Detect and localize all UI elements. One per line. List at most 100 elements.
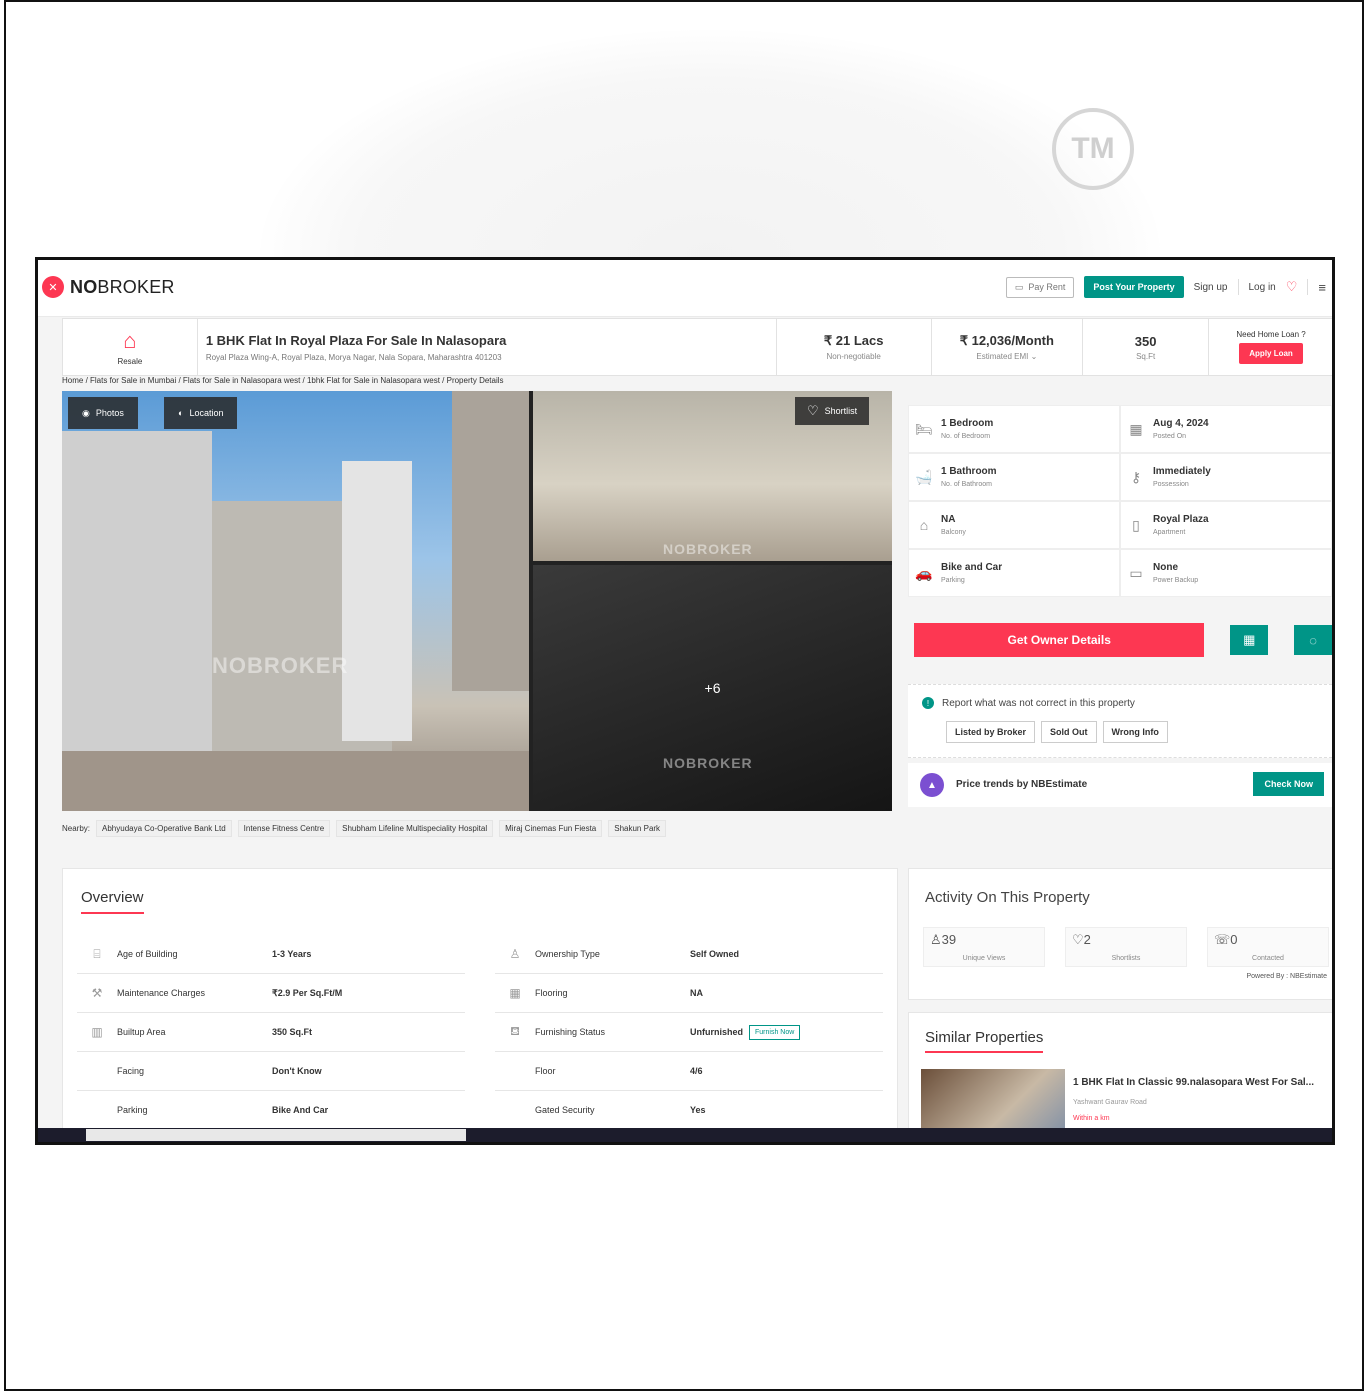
chat-button[interactable]: ◌ [1294,625,1332,655]
overview-value: NA [690,988,703,998]
fact-value: Immediately [1153,466,1211,477]
photos-button[interactable]: ◉ Photos [68,397,138,429]
furnish-now-button[interactable]: Furnish Now [749,1024,801,1040]
emi-cell[interactable]: ₹ 12,036/Month Estimated EMI ⌄ [932,319,1084,375]
os-taskbar [38,1128,1332,1142]
key-icon: ⚷ [1130,468,1142,485]
photo-gallery[interactable]: NOBROKER NOBROKER +6 NOBROKER ◉ Photos ◐ L… [62,391,892,811]
fact-text: 1 Bedroom No. of Bedroom [941,418,993,440]
location-button[interactable]: ◐ Location [164,397,238,429]
overview-label: Flooring [535,988,568,998]
overview-value: Self Owned [690,949,740,959]
nav-actions: ▭ Pay Rent Post Your Property Sign up Log… [1005,276,1326,298]
menu-icon[interactable]: ≡ [1318,280,1326,295]
similar-property-road: Yashwant Gaurav Road [1073,1099,1147,1106]
fact-item: 🛏 1 Bedroom No. of Bedroom [908,405,1120,453]
post-property-button[interactable]: Post Your Property [1084,276,1184,298]
nearby-chip[interactable]: Intense Fitness Centre [237,820,331,837]
card-icon: ▭ [1014,281,1024,292]
shortlists-stat: ♡2 Shortlists [1065,927,1187,967]
get-owner-details-button[interactable]: Get Owner Details [914,623,1205,657]
fact-label: Balcony [941,529,966,536]
check-now-button[interactable]: Check Now [1253,772,1324,796]
calendar-icon: ▦ [1129,420,1143,437]
cake-icon: ⌸ [93,946,101,961]
overview-row: Gated Security Yes [495,1091,883,1130]
activity-stats: ♙39 Unique Views ♡2 Shortlists ☏0 Contac… [923,927,1329,967]
listed-by-broker-button[interactable]: Listed by Broker [946,721,1036,743]
fact-item: ▯ Royal Plaza Apartment [1120,501,1332,549]
overview-value: Bike And Car [272,1105,329,1115]
property-summary: ⌂ Resale 1 BHK Flat In Royal Plaza For S… [62,318,1332,376]
overview-value: 1-3 Years [272,949,312,959]
wrong-info-button[interactable]: Wrong Info [1102,721,1168,743]
contacted-stat: ☏0 Contacted [1207,927,1329,967]
overview-row: ⚒ Maintenance Charges ₹2.9 Per Sq.Ft/M [77,974,465,1013]
nearby-chip[interactable]: Abhyudaya Co-Operative Bank Ltd [96,820,232,837]
overview-value: ₹2.9 Per Sq.Ft/M [272,987,343,998]
nearby-chip[interactable]: Shubham Lifeline Multispeciality Hospita… [336,820,494,837]
price-trends-text: Price trends by NBEstimate [956,779,1088,790]
fact-value: None [1153,562,1178,573]
fact-text: Royal Plaza Apartment [1153,514,1209,536]
property-address: Royal Plaza Wing-A, Royal Plaza, Morya N… [205,352,502,362]
schedule-visit-button[interactable]: ▦ [1230,625,1269,655]
emi-note: Estimated EMI ⌄ [976,352,1038,361]
resale-label: Resale [117,357,143,366]
fact-value: 1 Bedroom [941,418,994,429]
fact-text: None Power Backup [1153,562,1198,584]
overview-label: Parking [117,1105,148,1115]
fact-label: Parking [941,577,965,584]
sofa-icon: ⛾ [510,1024,520,1038]
heart-icon[interactable]: ♡ [1286,279,1298,295]
logo-text: NOBROKER [70,276,175,297]
price-cell: ₹ 21 Lacs Non-negotiable [777,319,932,375]
nearby-chip[interactable]: Miraj Cinemas Fun Fiesta [499,820,603,837]
taskbar-search[interactable] [86,1129,466,1141]
heart-icon: ♡ [807,403,819,418]
breadcrumb[interactable]: Home / Flats for Sale in Mumbai / Flats … [62,376,504,385]
fact-item: ⌂ NA Balcony [908,501,1120,549]
activity-title: Activity On This Property [925,889,1090,906]
chat-icon: ◌ [1309,632,1317,648]
trademark-badge: TM [1052,108,1134,190]
shortlist-button[interactable]: ♡ Shortlist [795,397,870,425]
sold-out-button[interactable]: Sold Out [1041,721,1097,743]
overview-row: ▥ Builtup Area 350 Sq.Ft [77,1013,465,1052]
overview-value: 350 Sq.Ft [272,1027,313,1037]
similar-property-name[interactable]: 1 BHK Flat In Classic 99.nalasopara West… [1073,1077,1314,1088]
fact-item: 🛁 1 Bathroom No. of Bathroom [908,453,1120,501]
owner-actions: Get Owner Details ▦ ◌ [908,615,1332,665]
divider [1237,279,1239,295]
bed-icon: 🛏 [915,420,933,437]
contacted-count: ☏0 [1214,932,1238,947]
chevron-down-icon: ⌄ [1030,352,1038,361]
fact-value: Bike and Car [941,562,1003,573]
fact-label: No. of Bedroom [941,433,991,440]
report-panel: ! Report what was not correct in this pr… [908,684,1332,758]
fact-text: 1 Bathroom No. of Bathroom [941,466,997,488]
nobroker-logo[interactable]: ✕ NOBROKER [42,276,175,298]
overview-row: Parking Bike And Car [77,1091,465,1130]
views-label: Unique Views [962,955,1006,962]
log-in-link[interactable]: Log in [1249,282,1276,293]
fact-item: ▦ Aug 4, 2024 Posted On [1120,405,1332,453]
compass-icon: ◐ [178,408,184,418]
battery-icon: ▭ [1129,564,1143,581]
sign-up-link[interactable]: Sign up [1194,282,1228,293]
resale-cell: ⌂ Resale [63,319,198,375]
photo-watermark: NOBROKER [663,755,753,771]
views-count: ♙39 [930,932,957,947]
apply-loan-button[interactable]: Apply Loan [1239,343,1303,364]
building-shape [342,461,412,741]
overview-value: Unfurnished [690,1027,743,1037]
nearby-chip[interactable]: Shakun Park [608,820,667,837]
similar-property-distance: Within a km [1073,1115,1110,1122]
pay-rent-button[interactable]: ▭ Pay Rent [1005,276,1075,298]
divider [1307,279,1309,295]
more-photos-tile[interactable]: +6 NOBROKER [533,565,892,811]
fact-item: 🚗 Bike and Car Parking [908,549,1120,597]
main-photo[interactable]: NOBROKER [62,391,529,811]
fact-item: ▭ None Power Backup [1120,549,1332,597]
overview-value: Yes [690,1105,706,1115]
